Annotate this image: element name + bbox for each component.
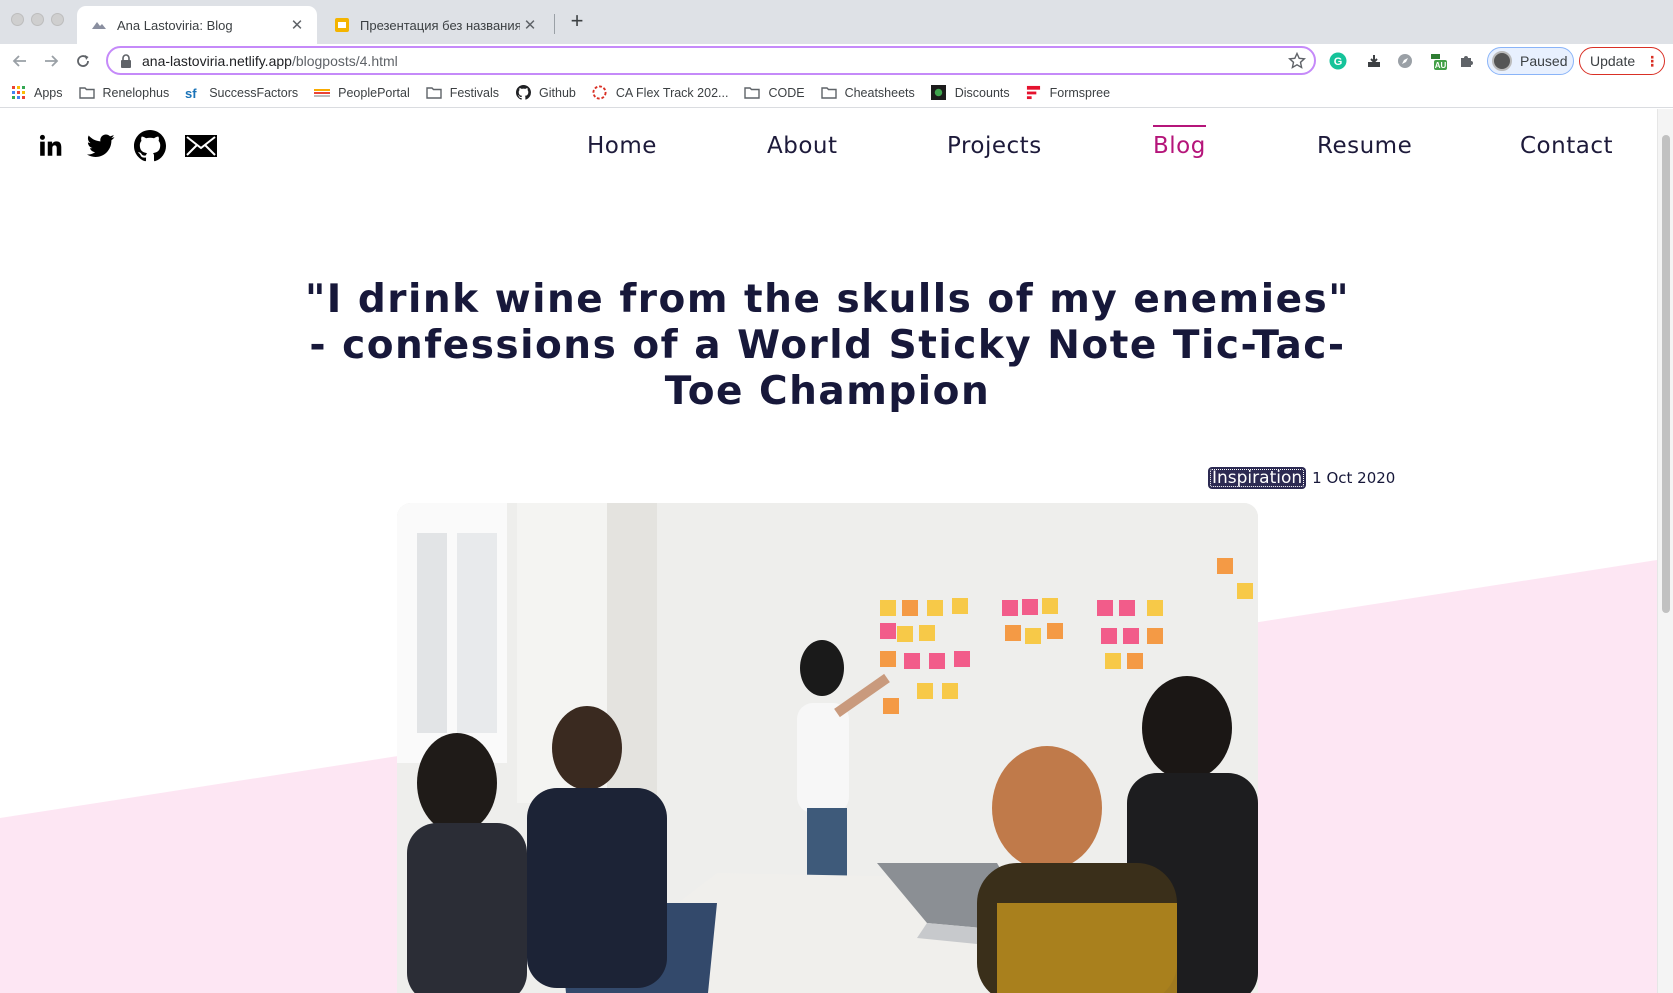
bookmark-discounts[interactable]: Discounts <box>931 85 1010 100</box>
back-button[interactable] <box>8 49 32 73</box>
reload-icon <box>77 55 89 67</box>
tab-presentation[interactable]: Презентация без названия - ✕ <box>320 6 550 44</box>
bookmark-apps[interactable]: Apps <box>10 86 63 100</box>
bookmark-festivals[interactable]: Festivals <box>426 86 499 100</box>
close-tab-icon[interactable]: ✕ <box>520 15 540 35</box>
nav-projects[interactable]: Projects <box>947 133 1042 159</box>
circle-dashed-icon <box>592 85 608 100</box>
more-menu-icon: ⋮ <box>1645 52 1660 69</box>
bookmark-ca-flex-track[interactable]: CA Flex Track 202... <box>592 85 728 100</box>
bookmarks-bar: Apps Renelophus sf SuccessFactors People… <box>0 78 1673 108</box>
folder-icon <box>426 86 442 100</box>
slides-favicon-icon <box>334 17 350 33</box>
profile-button[interactable]: Paused <box>1487 47 1574 75</box>
bookmark-star-icon[interactable] <box>1288 52 1306 70</box>
sf-icon: sf <box>185 86 201 100</box>
github-icon[interactable] <box>133 129 167 163</box>
page-viewport: Home About Projects Blog Resume Contact … <box>0 109 1657 993</box>
post-hero-image <box>397 503 1258 993</box>
extensions-puzzle-icon[interactable] <box>1456 51 1476 71</box>
linkedin-icon[interactable] <box>34 129 68 163</box>
category-tag[interactable]: Inspiration <box>1208 467 1307 489</box>
bookmark-formspree[interactable]: Formspree <box>1026 86 1110 100</box>
bookmark-cheatsheets[interactable]: Cheatsheets <box>820 86 915 100</box>
post-title: "I drink wine from the skulls of my enem… <box>304 277 1351 414</box>
tab-title: Презентация без названия - <box>360 17 520 33</box>
bookmark-peopleportal[interactable]: PeoplePortal <box>314 86 410 100</box>
compass-extension-icon[interactable] <box>1395 51 1415 71</box>
grammarly-extension-icon[interactable]: G <box>1328 51 1348 71</box>
bookmark-code[interactable]: CODE <box>744 86 805 100</box>
folder-icon <box>78 86 95 100</box>
formspree-icon <box>1026 85 1042 100</box>
bookmark-successfactors[interactable]: sf SuccessFactors <box>185 86 298 100</box>
profile-status: Paused <box>1520 53 1568 69</box>
nav-about[interactable]: About <box>767 133 838 159</box>
close-tab-icon[interactable]: ✕ <box>287 15 307 35</box>
svg-text:G: G <box>1334 56 1343 68</box>
portal-icon <box>314 86 331 100</box>
svg-text:AU: AU <box>1435 61 1447 70</box>
avatar <box>1492 51 1512 71</box>
post-date: 1 Oct 2020 <box>1312 469 1396 487</box>
au-extension-icon[interactable]: AU <box>1428 51 1448 71</box>
tab-divider <box>554 14 555 34</box>
update-label: Update <box>1590 53 1636 69</box>
folder-icon <box>820 86 837 100</box>
post-meta: Inspiration 1 Oct 2020 <box>1208 467 1395 489</box>
page-scrollbar[interactable] <box>1657 109 1673 993</box>
download-extension-icon[interactable] <box>1364 51 1384 71</box>
window-minimize-button[interactable] <box>31 13 44 26</box>
folder-icon <box>744 86 761 100</box>
address-bar[interactable]: ana-lastoviria.netlify.app/blogposts/4.h… <box>106 46 1316 75</box>
reload-button[interactable] <box>71 49 95 73</box>
tab-title: Ana Lastoviria: Blog <box>117 17 233 33</box>
discounts-icon <box>931 85 947 100</box>
new-tab-button[interactable]: + <box>565 10 589 34</box>
tab-ana-lastoviria-blog[interactable]: Ana Lastoviria: Blog ✕ <box>77 6 317 44</box>
apps-grid-icon <box>10 86 26 100</box>
nav-home[interactable]: Home <box>587 133 657 159</box>
nav-resume[interactable]: Resume <box>1317 133 1412 159</box>
window-zoom-button[interactable] <box>51 13 64 26</box>
twitter-icon[interactable] <box>84 129 118 163</box>
bookmark-renelophus[interactable]: Renelophus <box>78 86 169 100</box>
tab-strip: Ana Lastoviria: Blog ✕ Презентация без н… <box>0 0 1673 44</box>
url-text: ana-lastoviria.netlify.app/blogposts/4.h… <box>142 52 398 69</box>
window-close-button[interactable] <box>11 13 24 26</box>
nav-contact[interactable]: Contact <box>1520 133 1613 159</box>
bookmark-github[interactable]: Github <box>515 85 576 100</box>
github-icon <box>515 85 531 100</box>
site-favicon-icon <box>91 17 107 33</box>
nav-blog[interactable]: Blog <box>1153 125 1206 159</box>
lock-icon <box>121 53 131 68</box>
svg-text:sf: sf <box>185 86 197 100</box>
forward-button[interactable] <box>39 49 63 73</box>
arrow-right-icon <box>45 55 59 67</box>
arrow-left-icon <box>12 55 26 67</box>
scrollbar-thumb[interactable] <box>1662 135 1670 613</box>
update-button[interactable]: Update ⋮ <box>1579 47 1665 75</box>
browser-toolbar: ana-lastoviria.netlify.app/blogposts/4.h… <box>0 44 1673 78</box>
mail-icon[interactable] <box>184 129 218 163</box>
